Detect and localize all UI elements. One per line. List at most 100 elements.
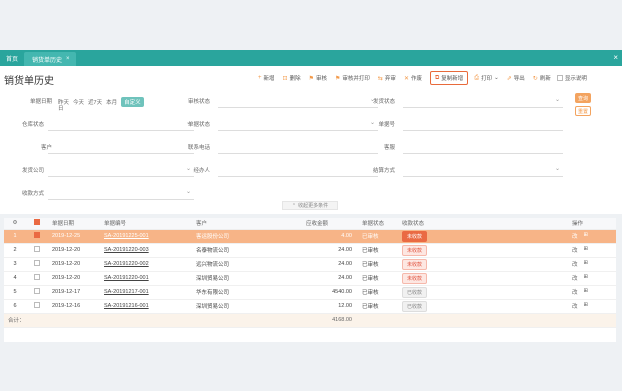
tab-close-icon[interactable]: ×	[66, 56, 70, 62]
col-status[interactable]: 单据状态	[358, 218, 398, 230]
row-checkbox[interactable]	[26, 257, 48, 272]
payment-method-filter[interactable]: 收款方式 ⌄	[0, 187, 200, 201]
row-number-link[interactable]: SA-20191225-001	[100, 229, 192, 244]
table-row[interactable]: 5 2019-12-17 SA-20191217-001 华东有限公司 4540.00 已…	[4, 285, 616, 300]
underline	[403, 176, 563, 177]
trash-icon: ⊡	[282, 75, 288, 82]
void-button[interactable]: ✕ 作废	[403, 74, 422, 83]
settle-filter[interactable]: 结算方式 ⌄	[355, 164, 565, 178]
table-row[interactable]: 6 2019-12-16 SA-20191216-001 深圳贸易公司 12.00 已审核…	[4, 299, 616, 314]
tab-sales-history[interactable]: 销货单历史 ×	[24, 52, 76, 66]
copy-new-button[interactable]: ⧉ 复制新增	[429, 71, 469, 85]
doc-number[interactable]: SA-20191216-001	[104, 303, 149, 309]
row-pay-status: 已收款	[398, 299, 568, 314]
printer-icon: ⎙	[474, 74, 480, 81]
collapse-label: 收起更多条件	[298, 203, 329, 209]
edit-icon[interactable]: 改	[572, 246, 578, 254]
row-pay-status: 未收款	[398, 257, 568, 272]
reset-button[interactable]: 重置	[575, 106, 591, 116]
detail-icon[interactable]: ⊞	[584, 246, 589, 254]
unapprove-button[interactable]: ⇆ 弃审	[378, 74, 396, 83]
row-ops: 改 ⊞	[568, 229, 616, 244]
doc-number[interactable]: SA-20191220-002	[104, 261, 149, 267]
date-opt-7days[interactable]: 近7天	[88, 98, 102, 106]
row-pay-status: 未收款	[398, 271, 568, 286]
row-index: 3	[4, 257, 26, 272]
status-filter[interactable]: 审核状态 ⌄	[170, 95, 380, 109]
date-opt-month[interactable]: 本月	[106, 98, 117, 106]
doc-number-label: 单据号	[378, 122, 395, 128]
row-checkbox[interactable]	[26, 299, 48, 314]
col-pay-status[interactable]: 收款状态	[398, 218, 568, 230]
gear-icon[interactable]: ⚙	[4, 218, 26, 230]
x-icon: ✕	[403, 75, 409, 82]
row-checkbox[interactable]	[26, 243, 48, 258]
doc-number[interactable]: SA-20191220-003	[104, 247, 149, 253]
edit-icon[interactable]: 改	[572, 288, 578, 296]
approve-label: 审核	[315, 76, 327, 82]
row-date: 2019-12-20	[48, 257, 100, 272]
row-number-link[interactable]: SA-20191220-001	[100, 271, 192, 286]
doc-status-filter[interactable]: 单据状态 ⌄	[170, 118, 380, 132]
table-header: ⚙ 单据日期 单据编号 客户 应收金额 单据状态 收款状态 操作	[4, 218, 616, 230]
handler-filter[interactable]: 经办人	[170, 164, 380, 178]
doc-number[interactable]: SA-20191217-001	[104, 289, 149, 295]
edit-icon[interactable]: 改	[572, 274, 578, 282]
show-notes-toggle[interactable]: 显示说明	[556, 74, 587, 82]
approve-print-button[interactable]: ⚑ 审核并打印	[335, 74, 370, 83]
detail-icon[interactable]: ⊞	[584, 232, 589, 240]
detail-icon[interactable]: ⊞	[584, 260, 589, 268]
row-number-link[interactable]: SA-20191217-001	[100, 285, 192, 300]
row-customer: 名泰物流公司	[192, 243, 302, 258]
row-number-link[interactable]: SA-20191216-001	[100, 299, 192, 314]
select-all-checkbox[interactable]	[26, 218, 48, 230]
col-number[interactable]: 单据编号	[100, 218, 192, 230]
close-icon[interactable]: ×	[613, 53, 618, 62]
contact-filter[interactable]: 联系电话	[170, 141, 380, 155]
doc-number[interactable]: SA-20191220-001	[104, 275, 149, 281]
approve-button[interactable]: ⚑ 审核	[309, 74, 327, 83]
row-checkbox[interactable]	[26, 285, 48, 300]
col-amount[interactable]: 应收金额	[302, 218, 358, 230]
table-row[interactable]: 3 2019-12-20 SA-20191220-002 远兴物流公司 24.00 已审核…	[4, 257, 616, 272]
total-amount: 4168.00	[302, 313, 358, 328]
edit-icon[interactable]: 改	[572, 260, 578, 268]
add-label: 新增	[263, 76, 275, 82]
search-button[interactable]: 查询	[575, 93, 591, 103]
row-checkbox[interactable]	[26, 271, 48, 286]
table-row[interactable]: 2 2019-12-20 SA-20191220-003 名泰物流公司 24.00 已审核…	[4, 243, 616, 258]
export-button[interactable]: ⇗ 导出	[507, 74, 525, 83]
row-date: 2019-12-20	[48, 243, 100, 258]
doc-number-filter[interactable]: 单据号	[355, 118, 565, 132]
checkbox[interactable]	[556, 75, 563, 81]
row-status: 已审核	[358, 299, 398, 314]
edit-icon[interactable]: 改	[572, 302, 578, 310]
detail-icon[interactable]: ⊞	[584, 302, 589, 310]
tab-home[interactable]: 首页	[0, 54, 24, 63]
edit-icon[interactable]: 改	[572, 232, 578, 240]
sales-filter[interactable]: 客服	[355, 141, 565, 155]
underline	[218, 130, 378, 131]
refresh-button[interactable]: ↻ 刷新	[533, 74, 551, 83]
table-row[interactable]: 1 2019-12-25 SA-20191225-001 客运股份公司 4.00 已审核未…	[4, 229, 616, 244]
row-number-link[interactable]: SA-20191220-002	[100, 257, 192, 272]
print-button[interactable]: ⎙ 打印 ⌄	[474, 74, 498, 83]
underline	[403, 153, 563, 154]
detail-icon[interactable]: ⊞	[584, 288, 589, 296]
status-badge: 未收款	[402, 272, 428, 284]
col-customer[interactable]: 客户	[192, 218, 302, 230]
date-opt-custom[interactable]: 自定义	[121, 97, 144, 107]
collapse-filters-button[interactable]: ⌃ 收起更多条件	[282, 201, 338, 210]
add-button[interactable]: + 新增	[258, 74, 275, 82]
detail-icon[interactable]: ⊞	[584, 274, 589, 282]
row-index: 1	[4, 229, 26, 244]
delete-button[interactable]: ⊡ 删除	[282, 74, 301, 83]
row-amount: 24.00	[302, 257, 358, 272]
table-row[interactable]: 4 2019-12-20 SA-20191220-001 深圳贸易公司 24.00 已审核…	[4, 271, 616, 286]
shipping-filter[interactable]: 发货状态 ⌄	[355, 95, 565, 109]
row-number-link[interactable]: SA-20191220-003	[100, 243, 192, 258]
date-opt-today[interactable]: 今天	[73, 98, 84, 106]
row-checkbox[interactable]	[26, 229, 48, 244]
doc-number[interactable]: SA-20191225-001	[104, 233, 149, 239]
col-date[interactable]: 单据日期	[48, 218, 100, 230]
